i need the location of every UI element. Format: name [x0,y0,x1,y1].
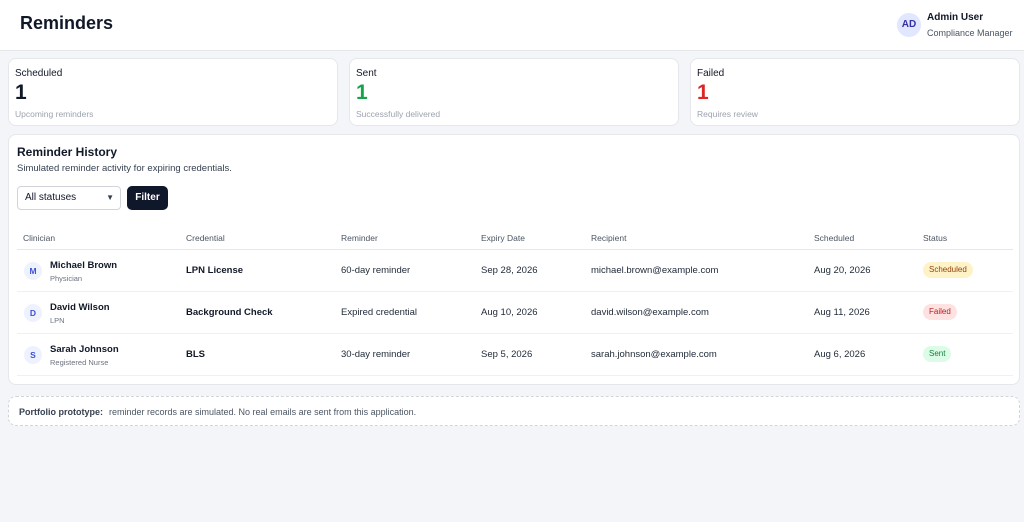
scheduled-cell: Aug 11, 2026 [814,307,870,318]
stat-value: 1 [15,81,27,104]
stat-card-failed: Failed 1 Requires review [690,58,1020,126]
scheduled-cell: Aug 20, 2026 [814,265,871,276]
recipient-cell: michael.brown@example.com [591,265,719,276]
user-role: Compliance Manager [927,28,1013,38]
stat-value: 1 [356,81,368,104]
column-header-expiry-date[interactable]: Expiry Date [481,233,525,243]
stat-card-scheduled: Scheduled 1 Upcoming reminders [8,58,338,126]
page-title: Reminders [20,13,114,33]
reminder-cell: 30-day reminder [341,349,411,360]
status-badge: Sent [923,346,952,362]
reminder-history-panel: Reminder History Simulated reminder acti… [8,134,1020,385]
history-title: Reminder History [17,145,118,159]
status-badge: Scheduled [923,262,973,278]
column-header-recipient[interactable]: Recipient [591,233,626,243]
stat-title: Failed [697,68,725,79]
stat-subtitle: Requires review [697,109,758,119]
avatar[interactable]: AD [897,13,921,37]
history-subtitle: Simulated reminder activity for expiring… [17,163,232,174]
credential-cell: Background Check [186,307,273,318]
clinician-name: Sarah Johnson [50,344,119,355]
stat-title: Sent [356,68,377,79]
reminder-cell: Expired credential [341,307,418,318]
stat-subtitle: Successfully delivered [356,109,441,119]
table-row[interactable]: S Sarah Johnson Registered Nurse BLS 30-… [17,334,1013,376]
status-badge: Failed [923,304,957,320]
chevron-down-icon: ▼ [106,193,114,202]
prototype-note-label: Portfolio prototype: [19,407,103,417]
scheduled-cell: Aug 6, 2026 [814,349,866,360]
column-header-clinician[interactable]: Clinician [23,233,55,243]
clinician-role: LPN [50,316,65,325]
expiry-date-cell: Aug 10, 2026 [481,307,538,318]
recipient-cell: david.wilson@example.com [591,307,709,318]
filter-button[interactable]: Filter [127,186,168,210]
credential-cell: BLS [186,349,205,360]
status-filter-select[interactable]: All statuses ▼ [17,186,121,210]
recipient-cell: sarah.johnson@example.com [591,349,717,360]
reminder-cell: 60-day reminder [341,265,411,276]
expiry-date-cell: Sep 5, 2026 [481,349,533,360]
stat-value: 1 [697,81,709,104]
stat-title: Scheduled [15,68,63,79]
top-bar: Reminders AD Admin User Compliance Manag… [0,0,1024,51]
clinician-role: Physician [50,274,83,283]
prototype-note: Portfolio prototype: reminder records ar… [8,396,1020,426]
user-name[interactable]: Admin User [927,12,983,23]
column-header-status[interactable]: Status [923,233,947,243]
table-row[interactable]: D David Wilson LPN Background Check Expi… [17,292,1013,334]
column-header-credential[interactable]: Credential [186,233,225,243]
clinician-avatar: S [24,346,42,364]
table-row[interactable]: M Michael Brown Physician LPN License 60… [17,250,1013,292]
clinician-name: David Wilson [50,302,110,313]
credential-cell: LPN License [186,265,244,276]
clinician-avatar: M [24,262,42,280]
expiry-date-cell: Sep 28, 2026 [481,265,538,276]
status-filter-value: All statuses [25,192,77,203]
prototype-note-text: reminder records are simulated. No real … [109,407,417,417]
clinician-name: Michael Brown [50,260,118,271]
column-header-scheduled[interactable]: Scheduled [814,233,854,243]
stat-subtitle: Upcoming reminders [15,109,94,119]
clinician-role: Registered Nurse [50,358,109,367]
column-header-reminder[interactable]: Reminder [341,233,378,243]
stat-card-sent: Sent 1 Successfully delivered [349,58,679,126]
clinician-avatar: D [24,304,42,322]
